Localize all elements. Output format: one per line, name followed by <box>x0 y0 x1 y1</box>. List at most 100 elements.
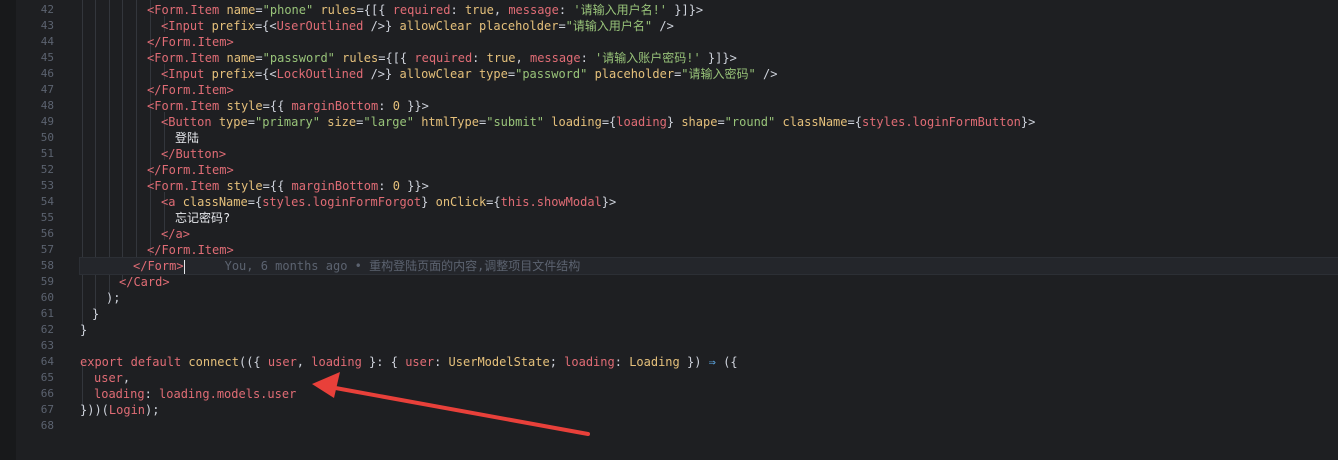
token: rules <box>320 3 357 17</box>
code-line-64[interactable]: export default connect(({ user, loading … <box>80 354 1338 370</box>
token: Form.Item <box>161 163 227 177</box>
token: name <box>226 3 256 17</box>
code-line-49[interactable]: <Button type="primary" size="large" html… <box>80 114 1338 130</box>
token: UserModelState <box>448 355 550 369</box>
code-line-46[interactable]: <Input prefix={<LockOutlined />} allowCl… <box>80 66 1338 82</box>
token: LockOutlined <box>276 67 364 81</box>
token: Input <box>168 67 205 81</box>
token: , <box>515 51 530 65</box>
token: , <box>296 355 312 369</box>
token: true <box>464 3 494 17</box>
token: /> <box>755 67 778 81</box>
token: Form.Item <box>154 99 220 113</box>
token: "round" <box>724 115 776 129</box>
token: 0 <box>392 99 400 113</box>
token: } <box>666 115 682 129</box>
code-line-43[interactable]: <Input prefix={<UserOutlined />} allowCl… <box>80 18 1338 34</box>
line-number: 48 <box>40 99 54 112</box>
line-number: 52 <box>40 163 54 176</box>
token: </ <box>161 147 176 161</box>
token: } <box>80 323 88 337</box>
token: "primary" <box>254 115 320 129</box>
token: Form.Item <box>154 51 220 65</box>
token: export <box>80 355 124 369</box>
token: : <box>558 3 574 17</box>
line-number: 50 <box>40 131 54 144</box>
token: /> <box>652 19 674 33</box>
token: this.showModal <box>500 195 602 209</box>
code-line-63[interactable] <box>80 338 1338 354</box>
code-line-55[interactable]: 忘记密码? <box>80 210 1338 226</box>
code-line-62[interactable]: } <box>80 322 1338 338</box>
code-line-59[interactable]: </Card> <box>80 274 1338 290</box>
token: '请输入账户密码!' <box>595 51 701 65</box>
code-line-65[interactable]: user, <box>80 370 1338 386</box>
token: </ <box>147 35 162 49</box>
token: }}> <box>399 179 429 193</box>
token: ={ <box>601 115 617 129</box>
token: className <box>182 195 248 209</box>
code-line-58-current[interactable]: </Form> You, 6 months ago • 重构登陆页面的内容,调整项… <box>79 257 1338 275</box>
token: name <box>226 51 256 65</box>
line-number: 66 <box>40 387 54 400</box>
code-line-53[interactable]: <Form.Item style={{ marginBottom: 0 }}> <box>80 178 1338 194</box>
token: Form <box>147 259 177 273</box>
token: default <box>130 355 182 369</box>
code-editor[interactable]: 42 43 44 45 46 47 48 49 50 51 52 53 54 55 56 57 58 59 60 61… <box>0 0 1338 460</box>
token: }]}> <box>700 51 737 65</box>
code-line-57[interactable]: </Form.Item> <box>80 242 1338 258</box>
code-line-56[interactable]: </a> <box>80 226 1338 242</box>
token: htmlType <box>421 115 479 129</box>
token: }> <box>1020 115 1036 129</box>
code-line-52[interactable]: </Form.Item> <box>80 162 1338 178</box>
token: true <box>486 51 516 65</box>
code-line-54[interactable]: <a className={styles.loginFormForgot} on… <box>80 194 1338 210</box>
token: "password" <box>515 67 588 81</box>
code-line-50[interactable]: 登陆 <box>80 130 1338 146</box>
code-line-61[interactable]: } <box>80 306 1338 322</box>
token: type <box>478 67 508 81</box>
line-number: 64 <box>40 355 54 368</box>
token: required <box>414 51 473 65</box>
line-number: 68 <box>40 419 54 432</box>
token: loading <box>551 115 602 129</box>
code-line-66[interactable]: loading: loading.models.user <box>80 386 1338 402</box>
line-number: 56 <box>40 227 54 240</box>
token: loading <box>94 387 145 401</box>
code-line-44[interactable]: </Form.Item> <box>80 34 1338 50</box>
token: 忘记密码? <box>175 211 231 225</box>
code-line-60[interactable]: ); <box>80 290 1338 306</box>
token: Form.Item <box>154 179 220 193</box>
token: Form.Item <box>161 83 227 97</box>
token: : <box>378 99 393 113</box>
code-line-47[interactable]: </Form.Item> <box>80 82 1338 98</box>
line-number: 44 <box>40 35 54 48</box>
line-number: 54 <box>40 195 54 208</box>
code-area[interactable]: <Form.Item name="phone" rules={[{ requir… <box>79 0 1338 460</box>
token: styles.loginFormForgot <box>262 195 422 209</box>
code-line-67[interactable]: }))(Login); <box>80 402 1338 418</box>
token: : <box>614 355 630 369</box>
token: className <box>782 115 848 129</box>
token: > <box>226 35 234 49</box>
code-line-42[interactable]: <Form.Item name="phone" rules={[{ requir… <box>80 2 1338 18</box>
token: ={ <box>486 195 501 209</box>
token: "password" <box>262 51 335 65</box>
code-line-51[interactable]: </Button> <box>80 146 1338 162</box>
line-number: 42 <box>40 3 54 16</box>
code-line-68[interactable] <box>80 418 1338 434</box>
token: }))( <box>80 403 109 417</box>
line-number: 58 <box>40 259 54 272</box>
token: ); <box>145 403 160 417</box>
token: placeholder <box>594 67 675 81</box>
token: </ <box>133 259 148 273</box>
code-line-48[interactable]: <Form.Item style={{ marginBottom: 0 }}> <box>80 98 1338 114</box>
token: ={[{ <box>378 51 415 65</box>
token: : <box>472 51 487 65</box>
code-line-45[interactable]: <Form.Item name="password" rules={[{ req… <box>80 50 1338 66</box>
token: styles.loginFormButton <box>861 115 1021 129</box>
token: > <box>162 275 170 289</box>
token: : <box>144 387 160 401</box>
token: Form.Item <box>161 35 227 49</box>
line-number: 47 <box>40 83 54 96</box>
